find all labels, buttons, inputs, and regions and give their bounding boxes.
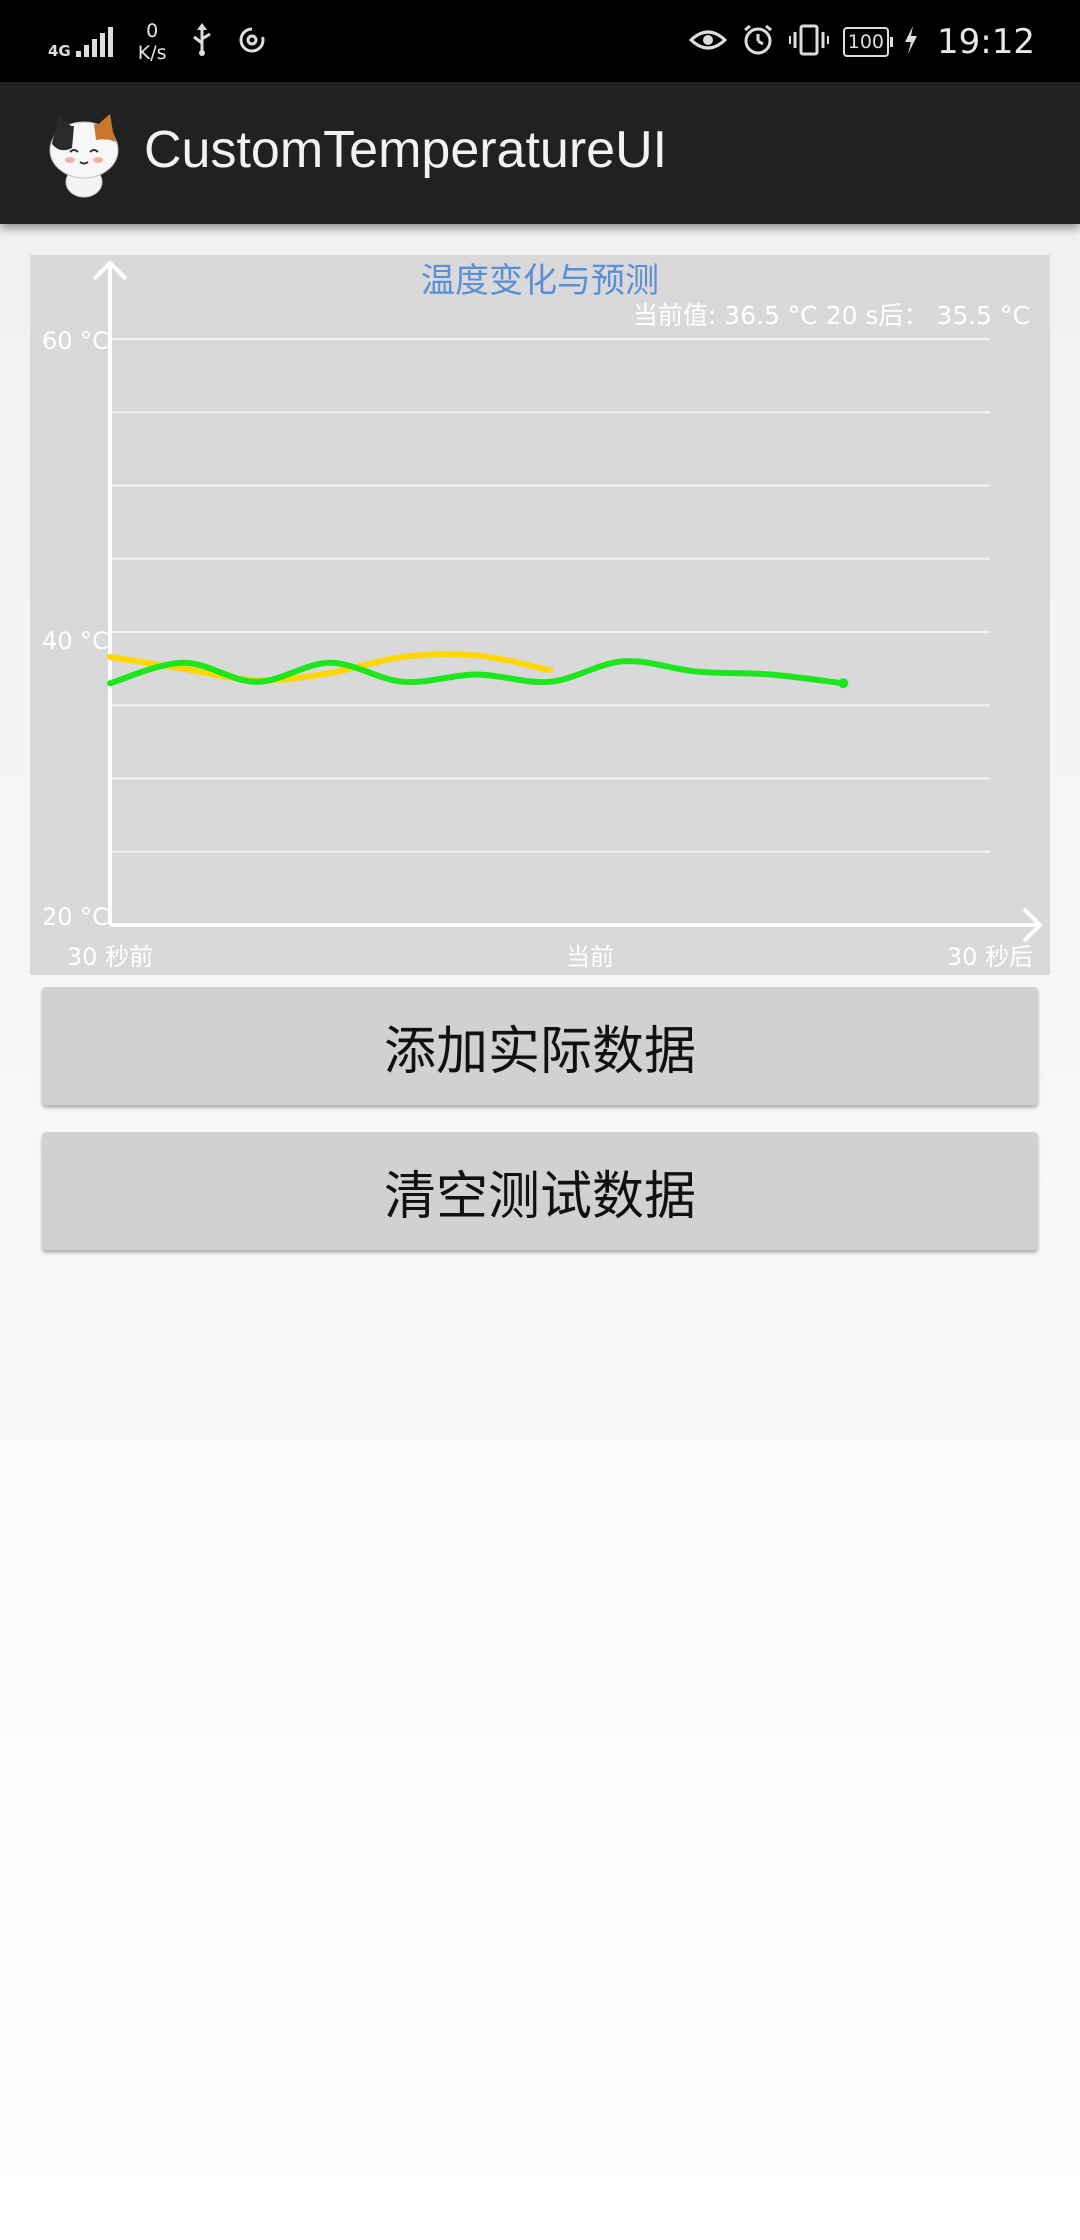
network-speed: 0 K/s [138, 20, 167, 64]
alarm-icon [741, 23, 775, 61]
series-point [838, 678, 849, 689]
network-type: 4G [48, 42, 71, 60]
charging-icon [903, 26, 919, 58]
status-right: 100 19:12 [688, 16, 1035, 68]
y-tick-label: 20 °C [42, 903, 109, 931]
temperature-chart-svg: 温度变化与预测 当前值: 36.5 °C 20 s后： 35.5 °C 60 °… [42, 260, 1043, 971]
clear-test-data-button[interactable]: 清空测试数据 [42, 1132, 1038, 1250]
x-tick-label: 当前 [566, 943, 614, 971]
cat-app-icon [44, 108, 124, 198]
add-actual-data-button[interactable]: 添加实际数据 [42, 987, 1038, 1105]
y-tick-label: 60 °C [42, 327, 109, 355]
temperature-chart: 温度变化与预测 当前值: 36.5 °C 20 s后： 35.5 °C 60 °… [30, 255, 1050, 975]
sync-icon [237, 25, 267, 59]
usb-icon [189, 23, 215, 61]
status-bar: 4G 0 K/s 100 19:12 [0, 0, 1080, 82]
x-tick-label: 30 秒后 [947, 943, 1033, 971]
app-title: CustomTemperatureUI [144, 121, 668, 179]
eye-icon [688, 26, 727, 58]
y-tick-label: 40 °C [42, 627, 109, 655]
app-bar: CustomTemperatureUI [0, 82, 1080, 224]
status-left: 4G 0 K/s [48, 16, 267, 68]
status-time: 19:12 [937, 22, 1035, 62]
series-line-1 [107, 658, 847, 687]
x-tick-label: 30 秒前 [67, 943, 153, 971]
battery-icon: 100 [842, 27, 894, 57]
current-readout: 当前值: 36.5 °C 20 s后： 35.5 °C [633, 301, 1030, 330]
signal-icon: 4G [48, 25, 116, 59]
grid-lines [110, 338, 990, 853]
net-speed-value: 0 [146, 20, 159, 42]
net-speed-unit: K/s [137, 42, 167, 64]
vibrate-icon [788, 23, 829, 61]
chart-title: 温度变化与预测 [421, 261, 659, 301]
series-layer [107, 651, 849, 689]
